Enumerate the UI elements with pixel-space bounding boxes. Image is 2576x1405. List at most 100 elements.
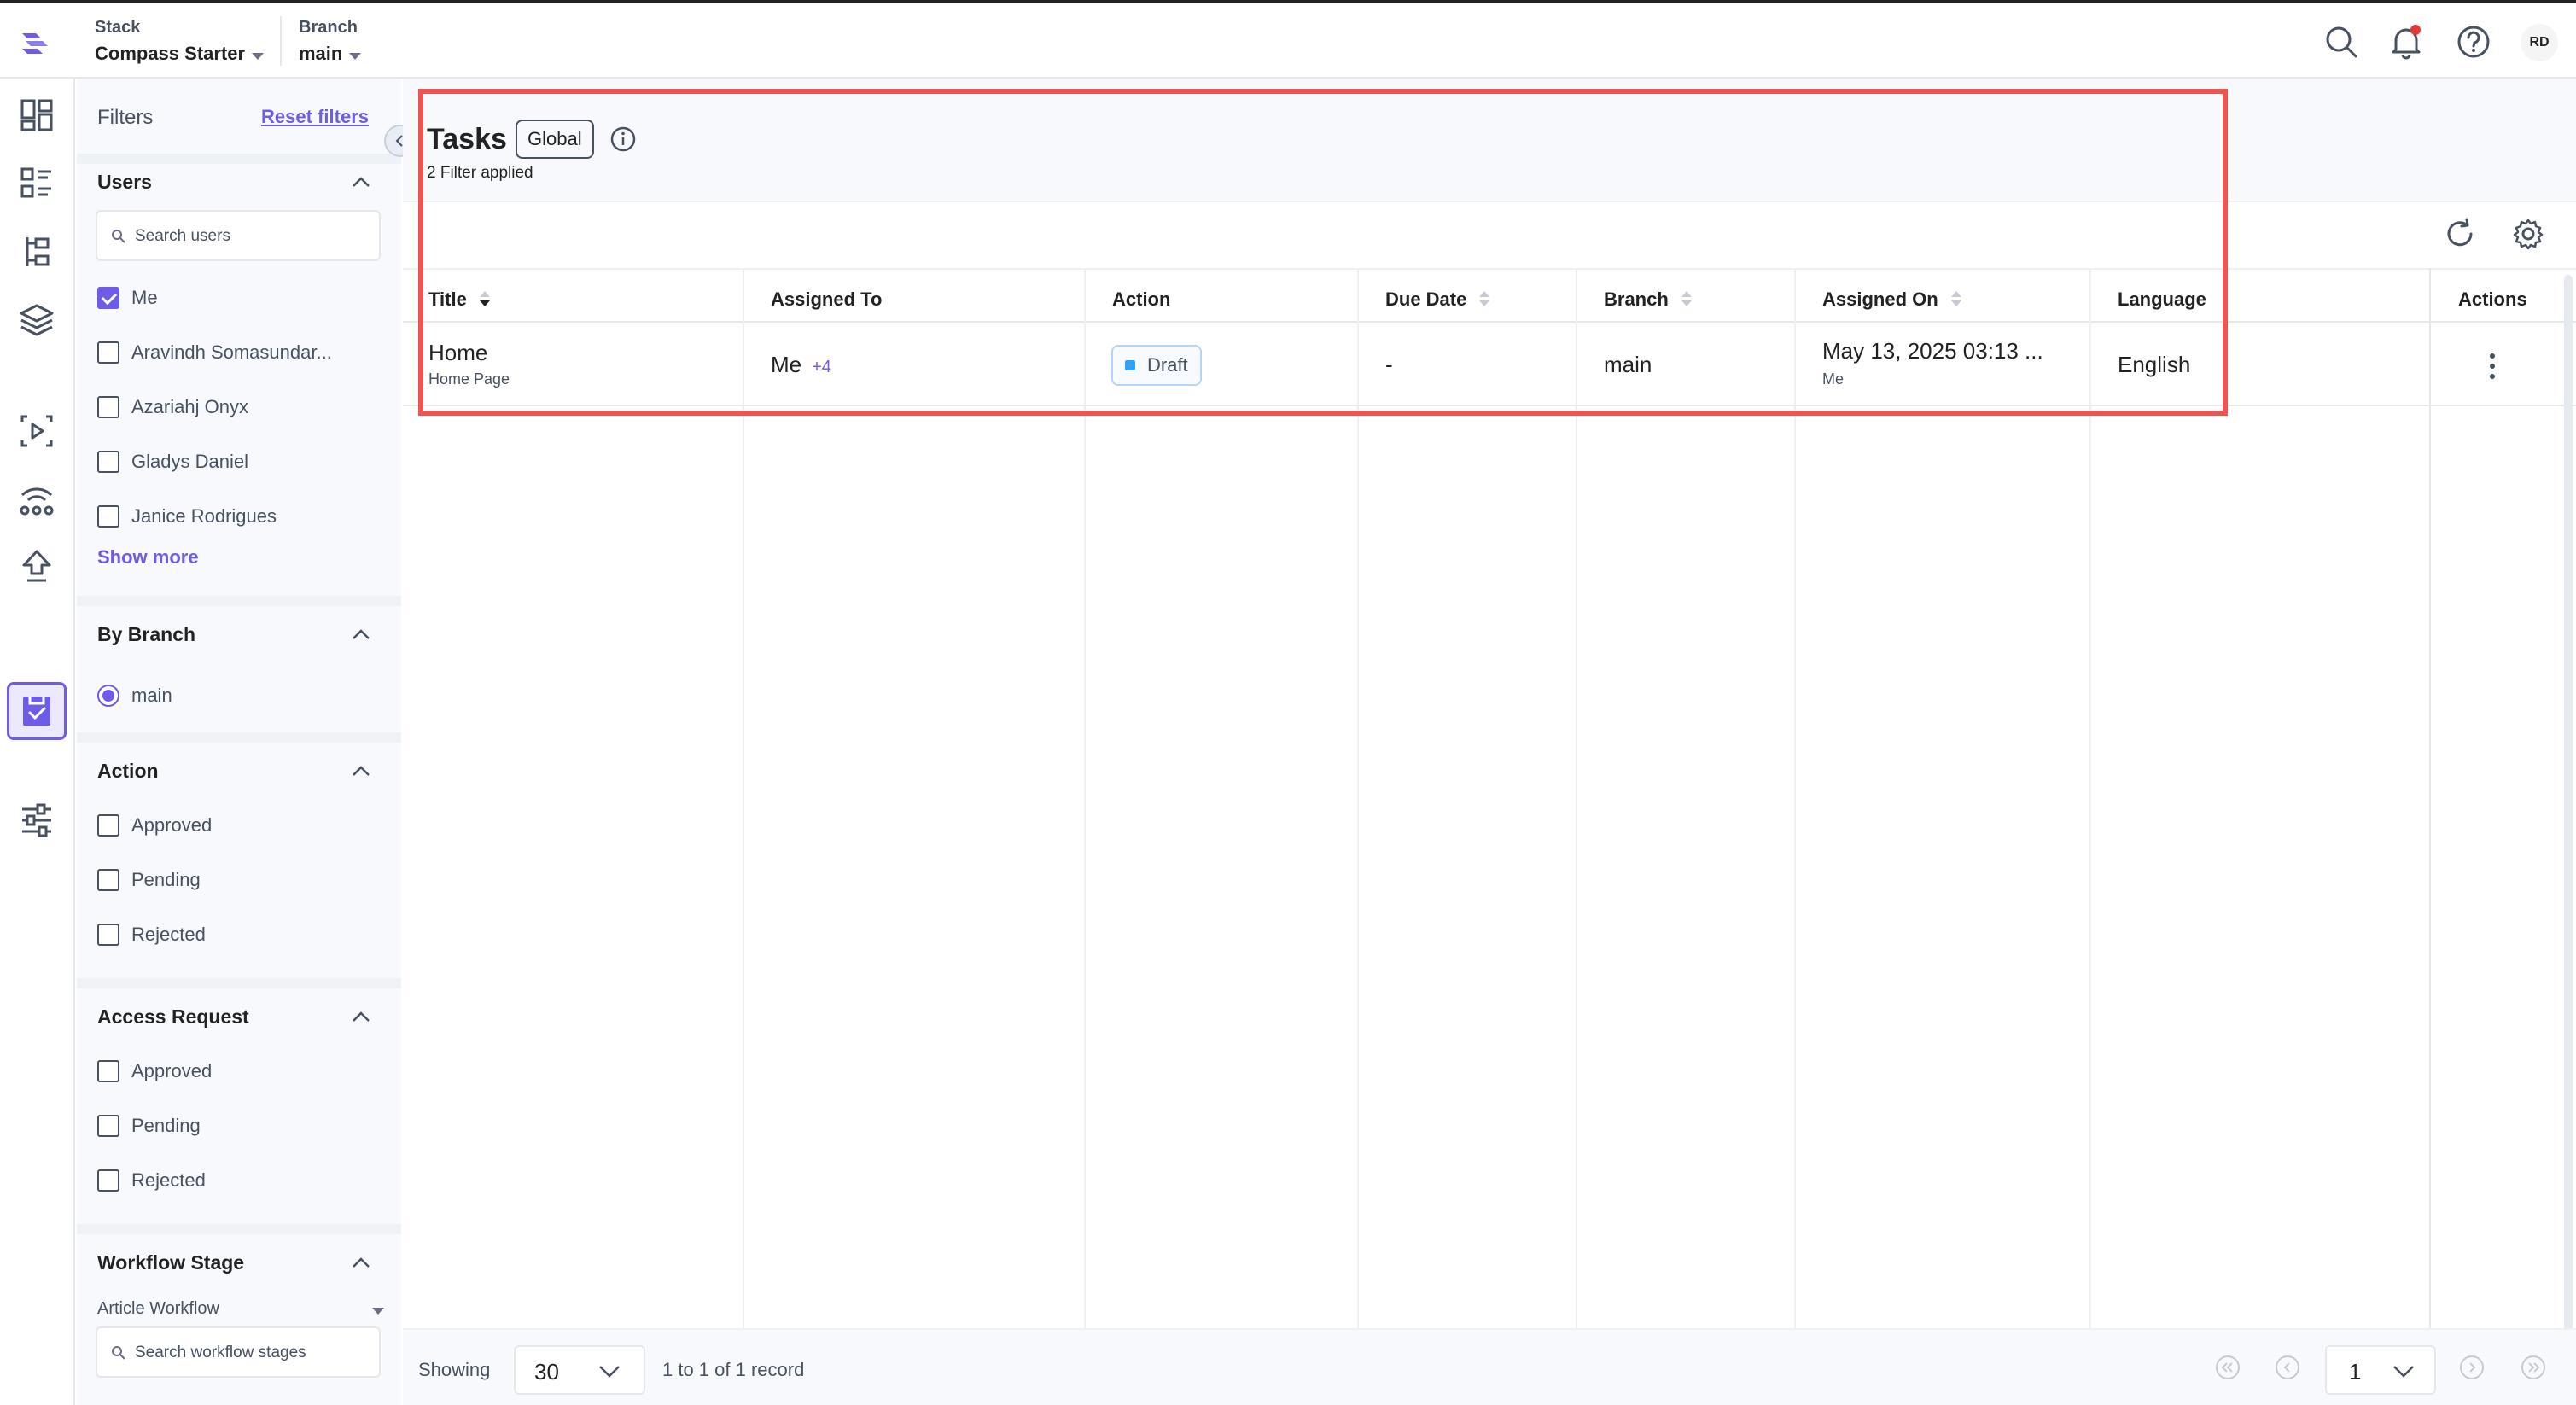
stack-label: Stack [95,18,141,37]
search-users-placeholder: Search users [135,227,230,245]
column-action: Action [1112,289,1170,311]
extensions-icon[interactable] [17,480,56,519]
column-title[interactable]: Title [428,289,491,311]
sort-icon[interactable] [479,291,491,308]
more-vertical-icon[interactable] [2487,352,2497,381]
chevron-down-icon [599,1366,620,1378]
search-workflow-stages-input[interactable]: Search workflow stages [96,1326,381,1378]
user-filter-azariahj[interactable]: Azariahj Onyx [97,394,248,420]
filters-panel: Filters Reset filters Users Search users… [77,79,401,1405]
page-title: Tasks [427,123,507,155]
option-label: Pending [131,869,201,890]
column-actions: Actions [2458,289,2527,311]
search-users-input[interactable]: Search users [96,210,381,261]
reset-filters-link[interactable]: Reset filters [261,106,369,128]
user-label: Me [131,287,158,308]
chevron-up-icon[interactable] [352,1256,370,1268]
help-icon[interactable] [2455,23,2492,61]
column-assigned-on[interactable]: Assigned On [1822,289,1962,311]
chevron-down-icon [349,52,362,60]
chevron-down-icon [252,52,265,60]
checkbox[interactable] [97,396,119,418]
icon-rail [0,79,75,1405]
chevron-up-icon[interactable] [352,765,370,777]
avatar[interactable]: RD [2521,24,2558,61]
due-date-cell: - [1385,352,1393,377]
action-filter-rejected[interactable]: Rejected [97,922,206,947]
divider [77,978,401,988]
table-row[interactable] [403,324,2576,406]
publish-icon[interactable] [17,546,56,586]
users-section-title: Users [97,171,152,193]
column-label: Assigned On [1822,289,1938,310]
user-filter-me[interactable]: Me [97,285,158,311]
column-due-date[interactable]: Due Date [1385,289,1490,311]
radio-button[interactable] [97,685,119,707]
bell-icon[interactable] [2387,23,2425,61]
search-icon[interactable] [2322,23,2360,61]
action-filter-approved[interactable]: Approved [97,813,212,838]
column-assigned-to: Assigned To [771,289,882,311]
gear-icon[interactable] [2511,217,2545,251]
action-filter-pending[interactable]: Pending [97,867,201,893]
live-preview-icon[interactable] [17,411,56,451]
chevron-up-icon[interactable] [352,176,370,188]
checkbox[interactable] [97,814,119,837]
user-label: Janice Rodrigues [131,505,277,527]
previous-page-icon[interactable] [2274,1354,2301,1381]
user-filter-gladys[interactable]: Gladys Daniel [97,449,248,475]
branch-label: Branch [299,18,358,37]
assigned-to-cell: Me +4 [771,352,831,378]
column-label: Language [2118,289,2206,310]
branch-filter-main[interactable]: main [97,683,172,708]
user-filter-aravindh[interactable]: Aravindh Somasundar... [97,340,332,365]
checkbox[interactable] [97,1115,119,1137]
per-page-select[interactable]: 30 [514,1345,645,1395]
task-title[interactable]: Home [428,340,487,366]
workflow-select[interactable]: Article Workflow [97,1299,384,1319]
option-label: Approved [131,1060,213,1081]
refresh-icon[interactable] [2443,217,2477,251]
dashboard-icon[interactable] [17,96,56,135]
show-more-link[interactable]: Show more [97,546,199,568]
divider [77,1224,401,1234]
layers-icon[interactable] [17,300,56,340]
checkbox[interactable] [97,505,119,528]
sort-icon[interactable] [1681,291,1693,308]
access-filter-pending[interactable]: Pending [97,1113,201,1139]
content-model-icon[interactable] [17,232,56,271]
assignee-name: Me [771,352,802,377]
assignee-more-count[interactable]: +4 [812,358,831,376]
stack-selector[interactable]: Stack Compass Starter [95,18,265,65]
last-page-icon[interactable] [2520,1354,2547,1381]
checkbox[interactable] [97,869,119,891]
settings-sliders-icon[interactable] [17,801,56,840]
app-logo-icon[interactable] [17,25,53,61]
first-page-icon[interactable] [2214,1354,2241,1381]
access-filter-rejected[interactable]: Rejected [97,1168,206,1193]
access-filter-approved[interactable]: Approved [97,1058,212,1084]
per-page-value: 30 [534,1359,559,1385]
checkbox[interactable] [97,1060,119,1082]
entries-list-icon[interactable] [17,164,56,203]
search-icon [112,1346,125,1360]
info-icon[interactable] [609,125,637,153]
next-page-icon[interactable] [2458,1354,2486,1381]
workflow-select-value: Article Workflow [97,1299,219,1318]
checkbox[interactable] [97,924,119,946]
checkbox[interactable] [97,287,119,309]
filters-title: Filters [97,106,154,129]
chevron-up-icon[interactable] [352,1011,370,1023]
sort-icon[interactable] [1950,291,1962,308]
branch-selector[interactable]: Branch main [299,18,362,65]
page-select[interactable]: 1 [2325,1345,2436,1395]
tasks-icon[interactable] [17,691,56,731]
checkbox[interactable] [97,341,119,364]
user-filter-janice[interactable]: Janice Rodrigues [97,504,277,529]
chevron-up-icon[interactable] [352,628,370,640]
checkbox[interactable] [97,1169,119,1192]
checkbox[interactable] [97,451,119,473]
vertical-scrollbar[interactable] [2564,275,2573,1367]
sort-icon[interactable] [1478,291,1490,308]
column-branch[interactable]: Branch [1604,289,1693,311]
